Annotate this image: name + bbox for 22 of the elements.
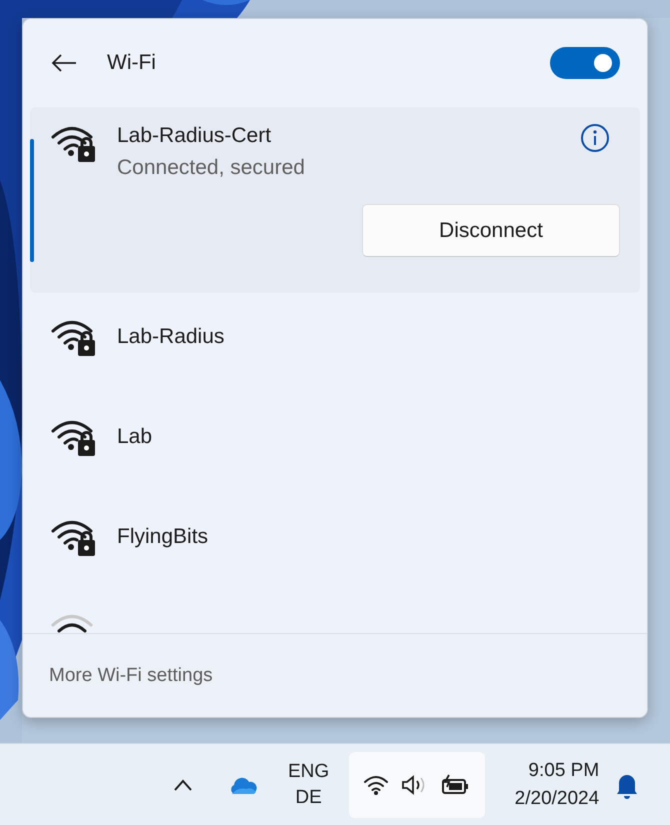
wifi-icon — [363, 774, 390, 796]
panel-title: Wi-Fi — [107, 51, 157, 75]
network-item[interactable]: Lab — [30, 393, 640, 493]
info-icon[interactable] — [580, 123, 610, 153]
network-name: Lab-Radius — [117, 325, 224, 349]
wifi-toggle[interactable] — [550, 47, 620, 79]
network-item[interactable]: Lab-Radius-Cert Connected, secured Disconnect — [30, 107, 640, 293]
chevron-up-icon[interactable] — [172, 778, 194, 792]
more-settings-link[interactable]: More Wi-Fi settings — [49, 664, 213, 686]
network-name: Lab — [117, 425, 152, 449]
system-tray[interactable] — [349, 752, 486, 818]
back-arrow-icon[interactable] — [51, 53, 77, 73]
network-item[interactable]: FlyingBits — [30, 493, 640, 593]
clock-date[interactable]: 2/20/2024 — [514, 784, 600, 812]
language-indicator[interactable]: DE — [295, 784, 322, 810]
network-item[interactable]: Lab-Radius — [30, 293, 640, 393]
clock-time[interactable]: 9:05 PM — [528, 756, 600, 784]
network-name: FlyingBits — [117, 525, 208, 549]
network-name: Lab-Radius-Cert — [117, 124, 272, 148]
disconnect-button[interactable]: Disconnect — [362, 204, 620, 257]
network-status: Connected, secured — [117, 156, 305, 180]
language-indicator[interactable]: ENG — [288, 758, 330, 784]
